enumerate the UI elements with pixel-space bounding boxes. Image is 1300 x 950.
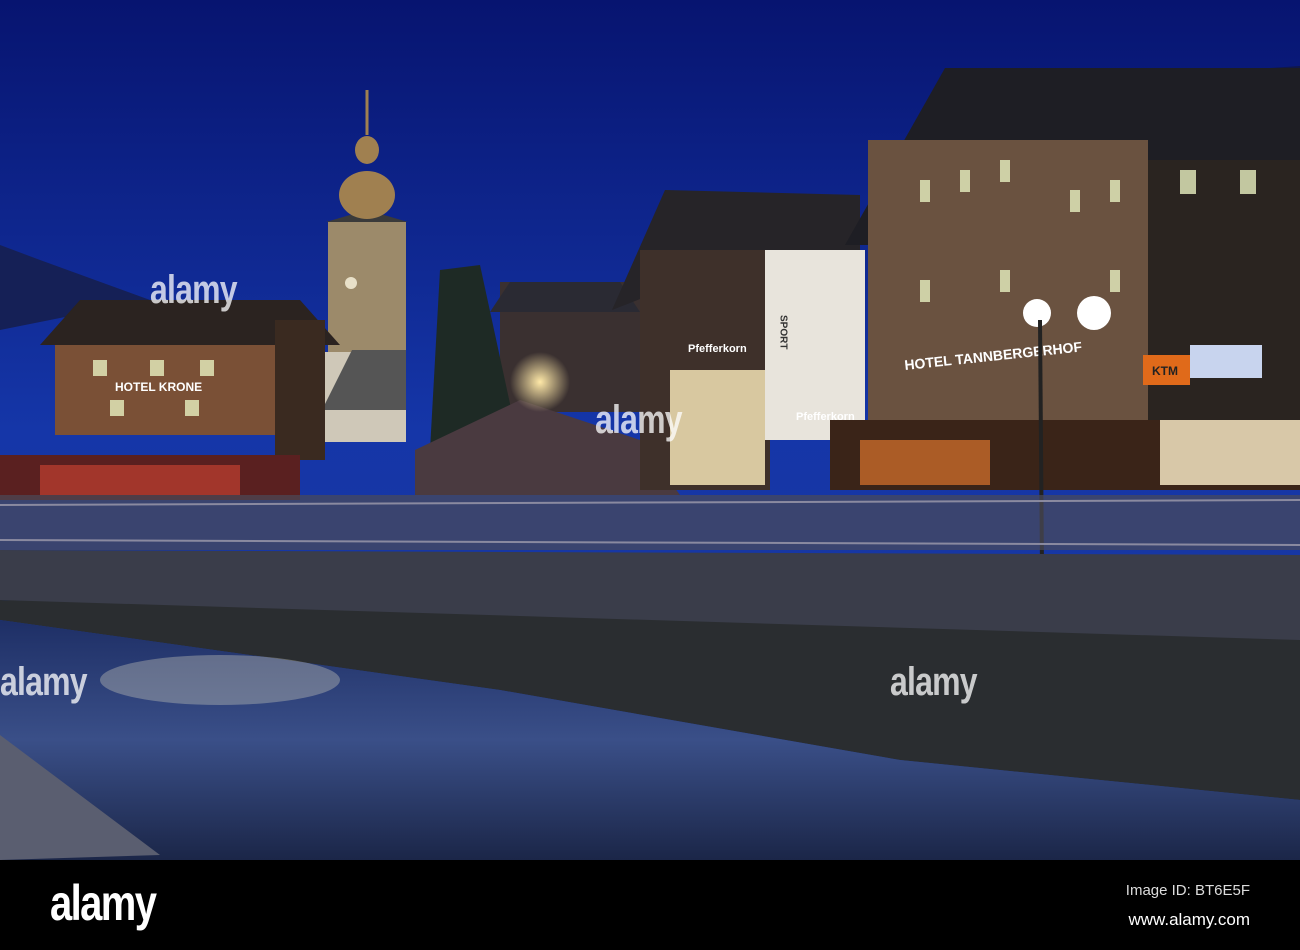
watermark: alamy bbox=[150, 268, 238, 312]
sponsor-banner bbox=[1190, 345, 1262, 378]
watermark: alamy bbox=[595, 398, 683, 442]
image-id: Image ID: BT6E5F bbox=[1125, 882, 1250, 899]
pfefferkorn-sign-top: Pfefferkorn bbox=[688, 343, 747, 355]
street-lamp bbox=[1077, 296, 1111, 330]
hotel-krone-sign: HOTEL KRONE bbox=[115, 380, 202, 394]
watermark: alamy bbox=[0, 660, 88, 704]
water-reflection bbox=[100, 655, 340, 705]
watermark: alamy bbox=[890, 660, 978, 704]
street-lamp-glow bbox=[510, 352, 570, 412]
website-link[interactable]: www.alamy.com bbox=[1128, 910, 1250, 930]
street-lamp bbox=[1023, 299, 1051, 327]
stock-photo-page: HOTEL KRONE Pfefferkorn SPORT Pfefferkor… bbox=[0, 0, 1300, 950]
sport-sign: SPORT bbox=[778, 315, 789, 349]
ktm-banner: KTM bbox=[1152, 364, 1178, 378]
clock-face bbox=[345, 277, 357, 289]
footer-bar: alamy Image ID: BT6E5F www.alamy.com bbox=[0, 860, 1300, 950]
alamy-logo: alamy bbox=[50, 875, 157, 931]
